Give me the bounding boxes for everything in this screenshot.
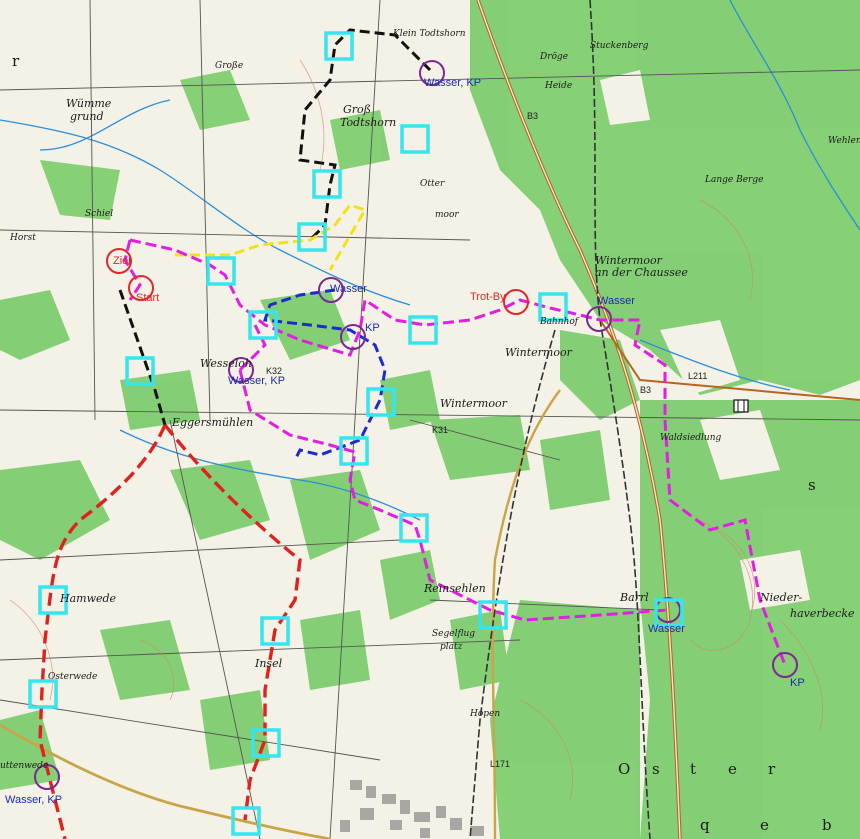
place-haverbecke: haverbecke xyxy=(790,607,855,620)
lettering-r: r xyxy=(768,760,776,778)
lettering-q: q xyxy=(700,816,710,834)
lettering-e2: e xyxy=(760,816,769,834)
lettering-r2: r xyxy=(12,52,20,70)
lettering-o: O xyxy=(618,760,631,778)
place-segelflugplatz-line2: platz xyxy=(440,642,463,652)
place-waldsiedlung: Waldsiedlung xyxy=(660,433,722,443)
marker-wasser-bahnhof: Wasser xyxy=(598,295,635,307)
place-wintermoor-chaussee-line1: Wintermoor xyxy=(595,254,662,267)
place-grosse: Große xyxy=(215,61,244,71)
place-wintermoor-chaussee-line2: an der Chaussee xyxy=(595,266,688,279)
road-number-l211: L211 xyxy=(688,371,708,381)
marker-wasser-center: Wasser xyxy=(330,283,367,295)
marker-wasser-kp-southwest: Wasser, KP xyxy=(5,794,63,806)
marker-kp-center: KP xyxy=(365,322,380,334)
place-wintermoor: Wintermoor xyxy=(440,397,507,410)
marker-wasser-barrl: Wasser xyxy=(648,623,685,635)
lettering-b: b xyxy=(822,816,832,834)
place-heide: Heide xyxy=(545,81,573,91)
lettering-t: t xyxy=(690,760,697,778)
place-wehlen: Wehlen xyxy=(828,136,860,146)
road-number-l171: L171 xyxy=(490,759,511,769)
building-symbol xyxy=(733,399,749,413)
marker-kp-southeast: KP xyxy=(790,677,805,689)
place-hopen: Hopen xyxy=(470,709,501,719)
place-schiel: Schiel xyxy=(85,209,114,219)
topographic-map[interactable]: Klein Todtshorn Groß Todtshorn Otter moo… xyxy=(0,0,860,839)
place-insel: Insel xyxy=(255,657,283,670)
place-todtshorn: Todtshorn xyxy=(340,116,397,129)
lettering-s2: s xyxy=(808,476,816,494)
place-suttenwede: uttenwede xyxy=(0,761,49,771)
place-klein-todtshorn: Klein Todtshorn xyxy=(393,29,466,39)
place-gross: Groß xyxy=(343,103,372,116)
place-wuemme-grund-line2: grund xyxy=(70,110,104,123)
road-number-k31: K31 xyxy=(432,425,449,435)
place-wesseloh: Wesseloh xyxy=(200,357,252,370)
road-number-b3-south: B3 xyxy=(640,385,652,395)
place-stuckenberg: Stuckenberg xyxy=(590,41,649,51)
place-nieder: Nieder- xyxy=(760,591,803,604)
place-reinsehlen: Reinsehlen xyxy=(424,582,486,595)
settlement xyxy=(340,780,484,838)
map-canvas xyxy=(0,0,860,839)
place-horst: Horst xyxy=(10,233,36,243)
marker-ziel: Ziel xyxy=(113,255,131,267)
road-number-k32: K32 xyxy=(266,366,283,376)
marker-wasser-kp-wesseloh: Wasser, KP xyxy=(228,375,286,387)
marker-start: Start xyxy=(136,292,160,304)
place-barrl: Barrl xyxy=(620,591,649,604)
place-otter: Otter xyxy=(420,179,445,189)
place-wuemme-grund-line1: Wümme xyxy=(66,97,112,110)
marker-wasser-kp-top: Wasser, KP xyxy=(424,77,482,89)
place-eggersmuehlen: Eggersmühlen xyxy=(172,416,254,429)
place-bahnhof: Bahnhof xyxy=(540,317,579,327)
place-droege: Dröge xyxy=(540,52,569,62)
place-segelflugplatz-line1: Segelflug xyxy=(432,629,476,639)
road-number-b3-north: B3 xyxy=(527,111,539,121)
lettering-s: s xyxy=(652,760,660,778)
marker-trot-by: Trot-By xyxy=(470,291,506,303)
place-hamwede: Hamwede xyxy=(60,592,117,605)
place-lange-berge: Lange Berge xyxy=(705,175,764,185)
place-moor: moor xyxy=(435,210,459,220)
place-wintermoor-station: Wintermoor xyxy=(505,346,572,359)
lettering-e: e xyxy=(728,760,737,778)
place-osterwede: Osterwede xyxy=(48,672,98,682)
